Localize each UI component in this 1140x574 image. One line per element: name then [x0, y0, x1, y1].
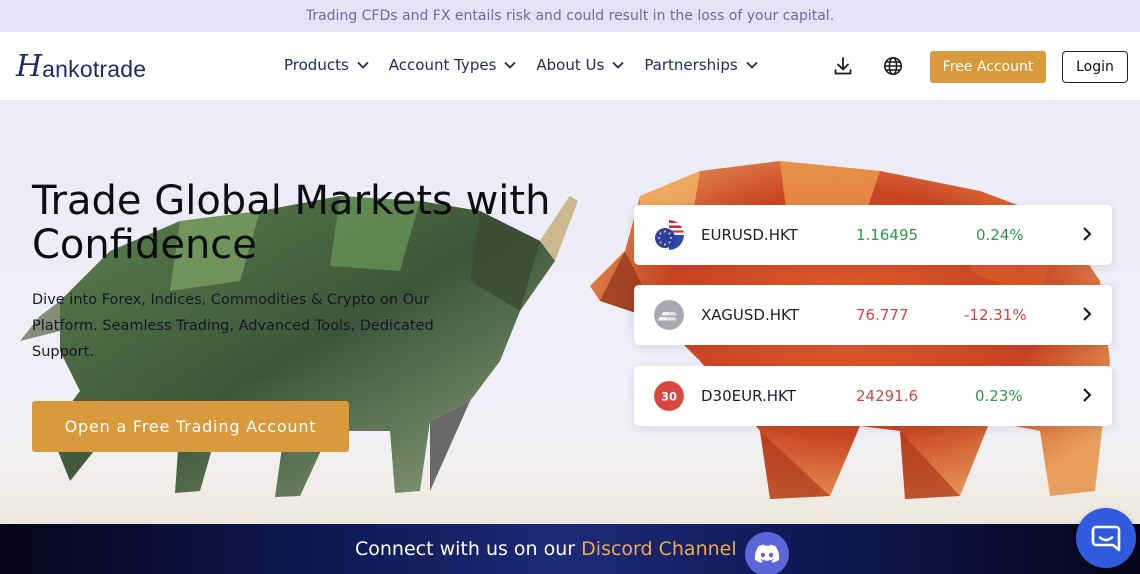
- ticker-symbol: D30EUR.HKT: [701, 387, 796, 405]
- nav-partnerships[interactable]: Partnerships: [644, 56, 758, 74]
- chevron-down-icon: [612, 61, 624, 69]
- ticker-price: 76.777: [856, 306, 909, 324]
- nav-products[interactable]: Products: [284, 56, 370, 74]
- logo-wordmark: ankotrade: [42, 56, 147, 82]
- nav-label: About Us: [536, 56, 605, 74]
- nav-label: Partnerships: [644, 56, 738, 74]
- ticker-change: 0.23%: [975, 387, 1023, 405]
- ticker-symbol: XAGUSD.HKT: [701, 306, 799, 324]
- chevron-down-icon: [746, 61, 758, 69]
- hero-subtitle: Dive into Forex, Indices, Commodities & …: [32, 292, 434, 360]
- chevron-right-icon: [1083, 227, 1092, 241]
- nav-account-types[interactable]: Account Types: [389, 56, 518, 74]
- ticker-symbol: EURUSD.HKT: [701, 226, 798, 244]
- login-button[interactable]: Login: [1062, 51, 1128, 83]
- discord-logo-glyph: [754, 544, 780, 563]
- nav-label: Account Types: [388, 56, 497, 74]
- discord-text: Connect with us on our Discord Channel: [355, 538, 737, 560]
- discord-channel-link[interactable]: Discord Channel: [581, 538, 736, 560]
- chevron-down-icon: [504, 61, 517, 69]
- discord-icon[interactable]: [745, 532, 789, 574]
- risk-warning-text: Trading CFDs and FX entails risk and cou…: [305, 8, 835, 24]
- chat-icon[interactable]: [1076, 508, 1136, 568]
- chevron-right-icon: [1083, 307, 1092, 321]
- discord-prefix: Connect with us on our: [355, 538, 582, 560]
- nav-about-us[interactable]: About Us: [536, 56, 625, 74]
- risk-warning-banner: Trading CFDs and FX entails risk and cou…: [0, 0, 1140, 32]
- ticker-change: -12.31%: [964, 306, 1027, 324]
- discord-banner[interactable]: Connect with us on our Discord Channel: [0, 524, 1140, 574]
- brand-logo[interactable]: H ankotrade: [16, 49, 147, 84]
- globe-icon[interactable]: [882, 55, 904, 77]
- ticker-price: 1.16495: [856, 226, 919, 244]
- logo-initial: H: [16, 49, 43, 84]
- d30-badge-icon: 30: [654, 381, 684, 411]
- download-icon[interactable]: [832, 55, 854, 77]
- ticker-card-xagusd[interactable]: XAGUSD.HKT 76.777 -12.31%: [634, 285, 1112, 345]
- chevron-down-icon: [357, 61, 369, 69]
- d30-badge-text: 30: [661, 390, 677, 404]
- ticker-card-d30eur[interactable]: 30 D30EUR.HKT 24291.6 0.23%: [634, 366, 1112, 426]
- main-nav: Products Account Types About Us Partners…: [284, 56, 759, 74]
- free-account-button[interactable]: Free Account: [930, 51, 1046, 83]
- open-account-button[interactable]: Open a Free Trading Account: [32, 401, 349, 452]
- nav-label: Products: [284, 56, 349, 74]
- chat-bubble-glyph: [1091, 525, 1121, 552]
- eu-us-flag-icon: [654, 220, 684, 250]
- hero-section: Trade Global Markets with Confidence Div…: [0, 101, 1140, 524]
- ticker-card-eurusd[interactable]: EURUSD.HKT 1.16495 0.24%: [634, 205, 1112, 265]
- ticker-change: 0.24%: [976, 226, 1024, 244]
- chevron-right-icon: [1083, 388, 1092, 402]
- ticker-price: 24291.6: [856, 387, 919, 405]
- top-navbar: H ankotrade Products Account Types About…: [0, 32, 1140, 101]
- silver-bars-icon: [654, 300, 684, 330]
- hero-title: Trade Global Markets with Confidence: [32, 178, 551, 268]
